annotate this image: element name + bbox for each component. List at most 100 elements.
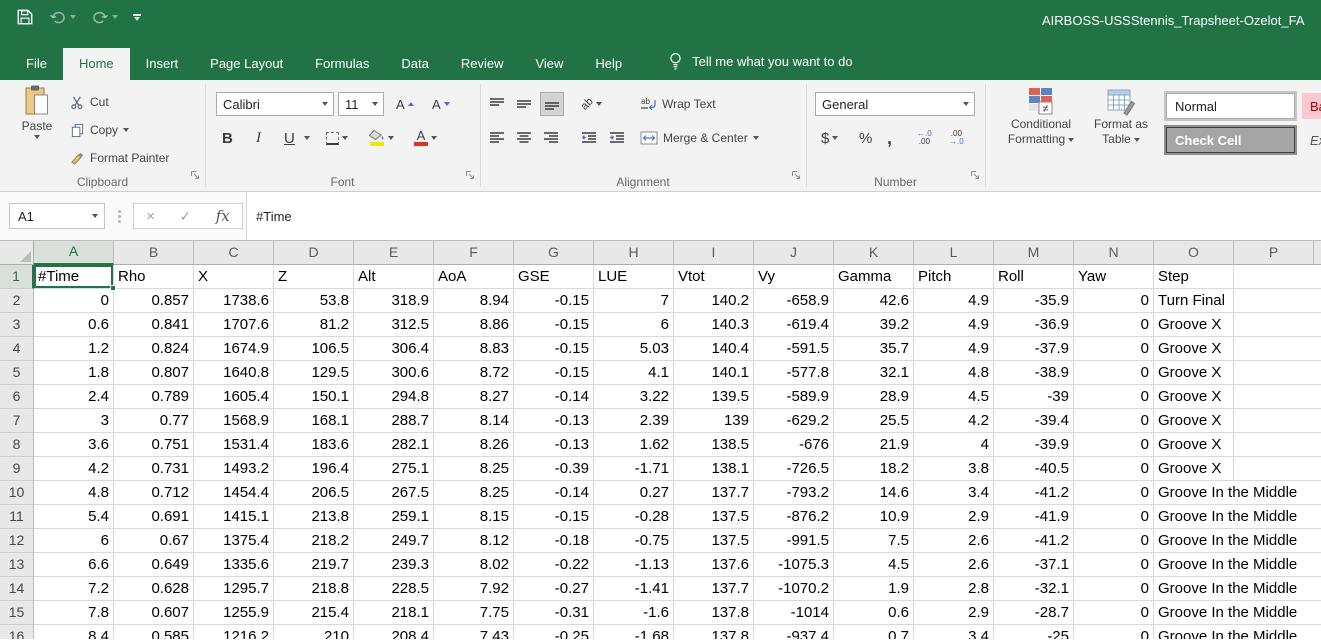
cell-D14[interactable]: 218.8 [274, 577, 354, 601]
cell-G7[interactable]: -0.13 [514, 409, 594, 433]
cell-G12[interactable]: -0.18 [514, 529, 594, 553]
cell-E4[interactable]: 306.4 [354, 337, 434, 361]
cell-J2[interactable]: -658.9 [754, 289, 834, 313]
cell-F13[interactable]: 8.02 [434, 553, 514, 577]
cell-L2[interactable]: 4.9 [914, 289, 994, 313]
cell-C14[interactable]: 1295.7 [194, 577, 274, 601]
column-header-k[interactable]: K [834, 241, 914, 265]
cell-M4[interactable]: -37.9 [994, 337, 1074, 361]
cell-G8[interactable]: -0.13 [514, 433, 594, 457]
chevron-down-icon[interactable] [322, 102, 328, 106]
cell-F4[interactable]: 8.83 [434, 337, 514, 361]
cell-A16[interactable]: 8.4 [34, 625, 114, 639]
cell-O9[interactable]: Groove X [1154, 457, 1234, 481]
row-header-16[interactable]: 16 [0, 625, 34, 639]
row-header-11[interactable]: 11 [0, 505, 34, 529]
cell-E15[interactable]: 218.1 [354, 601, 434, 625]
align-middle-button[interactable] [513, 92, 535, 116]
cell-A10[interactable]: 4.8 [34, 481, 114, 505]
cell-O14[interactable]: Groove In the Middle [1154, 577, 1234, 601]
cell-D15[interactable]: 215.4 [274, 601, 354, 625]
cell-L12[interactable]: 2.6 [914, 529, 994, 553]
cell-L1[interactable]: Pitch [914, 265, 994, 289]
cell-L10[interactable]: 3.4 [914, 481, 994, 505]
cell-I2[interactable]: 140.2 [674, 289, 754, 313]
cell-I9[interactable]: 138.1 [674, 457, 754, 481]
cell-I11[interactable]: 137.5 [674, 505, 754, 529]
font-name-combo[interactable]: Calibri [216, 92, 334, 116]
cell-C10[interactable]: 1454.4 [194, 481, 274, 505]
cell-M12[interactable]: -41.2 [994, 529, 1074, 553]
cell-F11[interactable]: 8.15 [434, 505, 514, 529]
formula-bar-resize-handle[interactable] [118, 210, 121, 225]
cell-A15[interactable]: 7.8 [34, 601, 114, 625]
cell-B3[interactable]: 0.841 [114, 313, 194, 337]
column-header-j[interactable]: J [754, 241, 834, 265]
cell-C5[interactable]: 1640.8 [194, 361, 274, 385]
tab-file[interactable]: File [10, 48, 63, 80]
cell-O11[interactable]: Groove In the Middle [1154, 505, 1234, 529]
cell-B5[interactable]: 0.807 [114, 361, 194, 385]
column-header-h[interactable]: H [594, 241, 674, 265]
cell-L15[interactable]: 2.9 [914, 601, 994, 625]
cell-N1[interactable]: Yaw [1074, 265, 1154, 289]
cell-G3[interactable]: -0.15 [514, 313, 594, 337]
select-all-corner[interactable] [0, 241, 34, 265]
cell-O3[interactable]: Groove X [1154, 313, 1234, 337]
cell-A4[interactable]: 1.2 [34, 337, 114, 361]
cell-G10[interactable]: -0.14 [514, 481, 594, 505]
cell-K8[interactable]: 21.9 [834, 433, 914, 457]
cell-K1[interactable]: Gamma [834, 265, 914, 289]
cell-D5[interactable]: 129.5 [274, 361, 354, 385]
cell-H4[interactable]: 5.03 [594, 337, 674, 361]
cell-O6[interactable]: Groove X [1154, 385, 1234, 409]
cell-N4[interactable]: 0 [1074, 337, 1154, 361]
cell-A7[interactable]: 3 [34, 409, 114, 433]
cell-N10[interactable]: 0 [1074, 481, 1154, 505]
cell-D7[interactable]: 168.1 [274, 409, 354, 433]
cell-G2[interactable]: -0.15 [514, 289, 594, 313]
cell-E11[interactable]: 259.1 [354, 505, 434, 529]
cell-K15[interactable]: 0.6 [834, 601, 914, 625]
selected-cell-a1[interactable]: #Time [34, 265, 114, 289]
cell-A6[interactable]: 2.4 [34, 385, 114, 409]
cell-M9[interactable]: -40.5 [994, 457, 1074, 481]
cell-D11[interactable]: 213.8 [274, 505, 354, 529]
cell-F1[interactable]: AoA [434, 265, 514, 289]
cell-J4[interactable]: -591.5 [754, 337, 834, 361]
cell-H11[interactable]: -0.28 [594, 505, 674, 529]
cell-H12[interactable]: -0.75 [594, 529, 674, 553]
cell-H13[interactable]: -1.13 [594, 553, 674, 577]
cell-A13[interactable]: 6.6 [34, 553, 114, 577]
cell-A5[interactable]: 1.8 [34, 361, 114, 385]
redo-button[interactable] [91, 10, 118, 25]
cell-O5[interactable]: Groove X [1154, 361, 1234, 385]
cell-I13[interactable]: 137.6 [674, 553, 754, 577]
cell-E2[interactable]: 318.9 [354, 289, 434, 313]
cell-H5[interactable]: 4.1 [594, 361, 674, 385]
cell-E10[interactable]: 267.5 [354, 481, 434, 505]
cell-D6[interactable]: 150.1 [274, 385, 354, 409]
column-header-c[interactable]: C [194, 241, 274, 265]
column-header-a[interactable]: A [34, 241, 114, 265]
tab-formulas[interactable]: Formulas [299, 48, 385, 80]
cell-N8[interactable]: 0 [1074, 433, 1154, 457]
cell-J7[interactable]: -629.2 [754, 409, 834, 433]
cell-H1[interactable]: LUE [594, 265, 674, 289]
underline-dropdown[interactable] [301, 126, 313, 150]
cell-N13[interactable]: 0 [1074, 553, 1154, 577]
cell-J16[interactable]: -937.4 [754, 625, 834, 639]
cell-D3[interactable]: 81.2 [274, 313, 354, 337]
cell-M1[interactable]: Roll [994, 265, 1074, 289]
cell-G16[interactable]: -0.25 [514, 625, 594, 639]
cell-K14[interactable]: 1.9 [834, 577, 914, 601]
column-header-e[interactable]: E [354, 241, 434, 265]
cell-H10[interactable]: 0.27 [594, 481, 674, 505]
cell-E9[interactable]: 275.1 [354, 457, 434, 481]
cell-H2[interactable]: 7 [594, 289, 674, 313]
paste-button[interactable]: Paste [10, 84, 64, 139]
cell-L16[interactable]: 3.4 [914, 625, 994, 639]
cell-I14[interactable]: 137.7 [674, 577, 754, 601]
cell-N2[interactable]: 0 [1074, 289, 1154, 313]
cell-J8[interactable]: -676 [754, 433, 834, 457]
